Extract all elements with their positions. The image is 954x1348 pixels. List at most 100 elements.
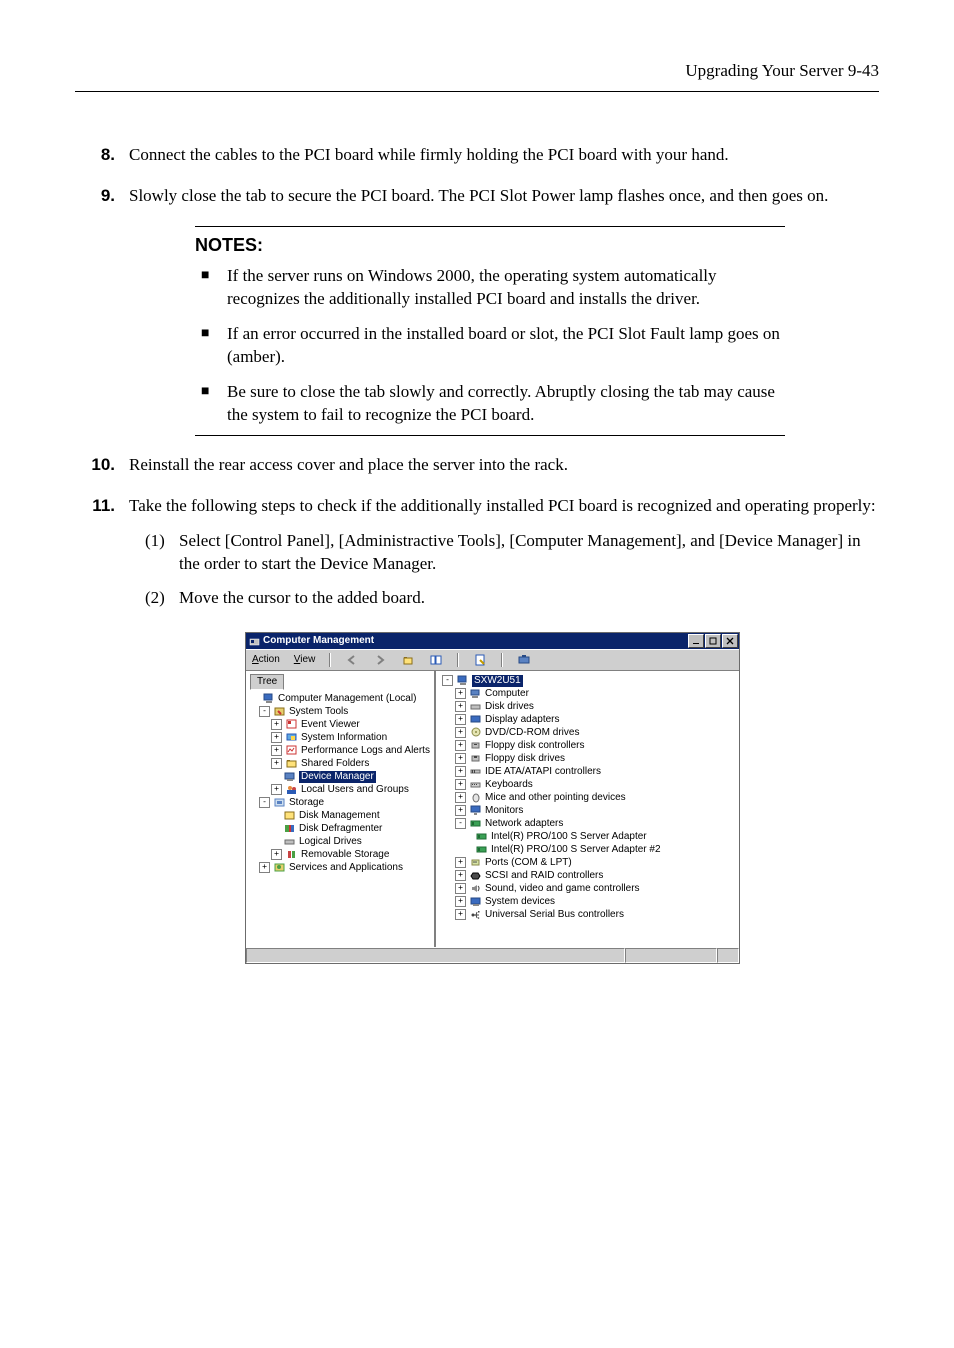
tree-system-tools[interactable]: - System Tools [250,705,430,718]
up-icon[interactable] [399,651,417,669]
tree-local-users[interactable]: + Local Users and Groups [250,783,430,796]
left-tree-pane[interactable]: Tree Computer Management (Local) - Syste… [246,671,436,947]
panes: Tree Computer Management (Local) - Syste… [246,671,739,947]
bullet-icon: ■ [195,381,227,427]
tree-logical-drives[interactable]: Logical Drives [250,835,430,848]
tree-logical-drives-label: Logical Drives [299,836,362,848]
tree-removable-storage[interactable]: + Removable Storage [250,848,430,861]
dev-monitors-label: Monitors [485,805,523,817]
tree-local-users-label: Local Users and Groups [301,784,409,796]
dev-sound[interactable]: +Sound, video and game controllers [442,882,733,895]
dev-root[interactable]: - SXW2U51 [442,674,733,687]
system-devices-icon [469,896,482,908]
dev-network[interactable]: -Network adapters [442,817,733,830]
bullet-icon: ■ [195,265,227,311]
notes-item-1: ■ If the server runs on Windows 2000, th… [195,265,785,311]
step-9-text: Slowly close the tab to secure the PCI b… [129,185,879,208]
tree-root-label: Computer Management (Local) [278,693,416,705]
floppy-drive-icon [469,753,482,765]
tree-disk-management[interactable]: Disk Management [250,809,430,822]
tree-root[interactable]: Computer Management (Local) [250,692,430,705]
dev-nic-1[interactable]: Intel(R) PRO/100 S Server Adapter [442,830,733,843]
step-11: 11. Take the following steps to check if… [75,495,879,615]
dev-keyboards[interactable]: +Keyboards [442,778,733,791]
dev-mice[interactable]: +Mice and other pointing devices [442,791,733,804]
mouse-icon [469,792,482,804]
maximize-button[interactable] [705,634,721,648]
dev-monitors[interactable]: +Monitors [442,804,733,817]
minimize-button[interactable] [688,634,704,648]
step-8: 8. Connect the cables to the PCI board w… [75,144,879,167]
menu-view[interactable]: View [292,654,318,666]
tree-perf-logs[interactable]: + Performance Logs and Alerts [250,744,430,757]
step-11-body: Take the following steps to check if the… [129,495,879,615]
dev-computer[interactable]: +Computer [442,687,733,700]
tree-services[interactable]: + Services and Applications [250,861,430,874]
dev-fdd[interactable]: +Floppy disk drives [442,752,733,765]
tree-disk-defrag[interactable]: Disk Defragmenter [250,822,430,835]
dev-nic-2[interactable]: Intel(R) PRO/100 S Server Adapter #2 [442,843,733,856]
step-11-num: 11. [75,495,129,615]
tree-system-information[interactable]: + System Information [250,731,430,744]
step-8-num: 8. [75,144,129,167]
keyboard-icon [469,779,482,791]
dev-ports-label: Ports (COM & LPT) [485,857,572,869]
dev-nic-2-label: Intel(R) PRO/100 S Server Adapter #2 [491,844,661,856]
dev-system-devices-label: System devices [485,896,555,908]
usb-icon [469,909,482,921]
substep-2: (2) Move the cursor to the added board. [145,587,879,610]
device-tree-pane[interactable]: - SXW2U51 +Computer +Disk drives +Displa… [436,671,739,947]
forward-icon[interactable] [371,651,389,669]
disk-management-icon [283,810,296,822]
step-11-text: Take the following steps to check if the… [129,496,876,515]
properties-icon[interactable] [471,651,489,669]
dev-scsi[interactable]: +SCSI and RAID controllers [442,869,733,882]
menubar: Action View [246,649,739,671]
dev-ide[interactable]: +IDE ATA/ATAPI controllers [442,765,733,778]
disk-drive-icon [469,701,482,713]
computer-root-icon [456,675,469,687]
computer-node-icon [469,688,482,700]
tree-device-manager[interactable]: Device Manager [250,770,430,783]
tree-services-label: Services and Applications [289,862,403,874]
dev-dvd[interactable]: +DVD/CD-ROM drives [442,726,733,739]
shared-folders-icon [285,758,298,770]
dev-fdc[interactable]: +Floppy disk controllers [442,739,733,752]
dev-system-devices[interactable]: +System devices [442,895,733,908]
statusbar-grip[interactable] [717,948,739,963]
show-hide-tree-icon[interactable] [427,651,445,669]
back-icon[interactable] [343,651,361,669]
notes-item-1-text: If the server runs on Windows 2000, the … [227,265,785,311]
titlebar[interactable]: Computer Management [246,633,739,649]
dev-display-label: Display adapters [485,714,559,726]
ide-controller-icon [469,766,482,778]
network-card-icon [475,844,488,856]
tree-tab[interactable]: Tree [250,674,284,690]
dev-disk-drives[interactable]: +Disk drives [442,700,733,713]
notes-item-3-text: Be sure to close the tab slowly and corr… [227,381,785,427]
dev-display[interactable]: +Display adapters [442,713,733,726]
scan-hardware-icon[interactable] [515,651,533,669]
notes-box: NOTES: ■ If the server runs on Windows 2… [195,226,785,436]
network-card-icon [475,831,488,843]
tree-event-viewer[interactable]: + Event Viewer [250,718,430,731]
dev-usb[interactable]: +Universal Serial Bus controllers [442,908,733,921]
tree-removable-storage-label: Removable Storage [301,849,389,861]
storage-icon [273,797,286,809]
dev-fdc-label: Floppy disk controllers [485,740,584,752]
notes-item-2-text: If an error occurred in the installed bo… [227,323,785,369]
menu-action[interactable]: Action [250,654,282,666]
monitor-icon [469,805,482,817]
dev-disk-drives-label: Disk drives [485,701,534,713]
page: Upgrading Your Server 9-43 8. Connect th… [0,0,954,1024]
computer-icon [262,693,275,705]
tree-shared-folders[interactable]: + Shared Folders [250,757,430,770]
tree-storage[interactable]: - Storage [250,796,430,809]
notes-top-rule [195,226,785,227]
dev-ports[interactable]: +Ports (COM & LPT) [442,856,733,869]
notes-item-3: ■ Be sure to close the tab slowly and co… [195,381,785,427]
step-10-num: 10. [75,454,129,477]
close-button[interactable] [722,634,738,648]
dev-dvd-label: DVD/CD-ROM drives [485,727,579,739]
dev-keyboards-label: Keyboards [485,779,533,791]
